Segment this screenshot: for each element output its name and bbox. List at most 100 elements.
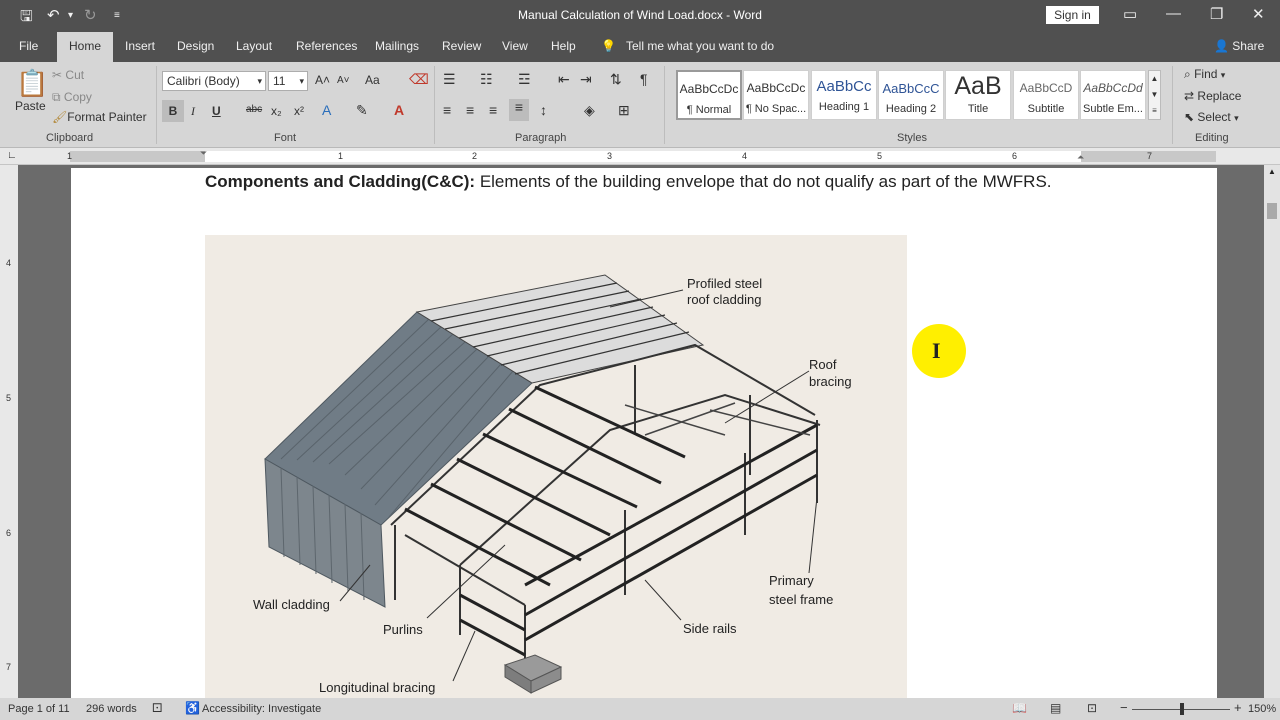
grow-font-button[interactable]: A˄	[315, 73, 330, 87]
ruler-number: 4	[6, 258, 12, 268]
restore-icon[interactable]: ❐	[1210, 5, 1223, 23]
tab-layout[interactable]: Layout	[236, 39, 272, 53]
page-count[interactable]: Page 1 of 11	[8, 703, 70, 715]
print-layout-icon[interactable]: ▤	[1050, 701, 1061, 715]
paste-button[interactable]: Paste	[15, 99, 46, 113]
figure-label: Purlins	[383, 622, 423, 637]
style-heading-1[interactable]: AaBbCc Heading 1	[811, 70, 877, 120]
scroll-up-icon[interactable]: ▲	[1268, 167, 1276, 176]
tab-review[interactable]: Review	[442, 39, 481, 53]
sign-in-button[interactable]: Sign in	[1046, 6, 1099, 24]
style-heading-2[interactable]: AaBbCcC Heading 2	[878, 70, 944, 120]
zoom-level[interactable]: 150%	[1248, 703, 1276, 715]
style-subtle-emphasis[interactable]: AaBbCcDd Subtle Em...	[1080, 70, 1146, 120]
title-bar: 🖫 ↶ ▾ ↻ ≡ Manual Calculation of Wind Loa…	[0, 0, 1280, 30]
align-center-icon[interactable]: ≡	[466, 102, 474, 118]
find-button[interactable]: ⌕ Find ▾	[1184, 67, 1225, 82]
proofing-icon[interactable]: ⚀	[152, 701, 162, 715]
replace-button[interactable]: ⇄ Replace	[1184, 89, 1241, 103]
ruler-number: 6	[1012, 151, 1018, 161]
tell-me-search[interactable]: Tell me what you want to do	[626, 39, 774, 53]
line-spacing-icon[interactable]: ↕	[540, 102, 547, 118]
italic-button[interactable]: I	[191, 104, 195, 119]
accessibility-status[interactable]: Accessibility: Investigate	[202, 703, 321, 715]
bold-button[interactable]: B	[162, 100, 184, 122]
format-painter-button[interactable]: 🖌Format Painter	[52, 110, 147, 124]
highlight-color-icon[interactable]: ✎	[356, 102, 368, 119]
figure-label: bracing	[809, 374, 852, 389]
scroll-thumb[interactable]	[1267, 203, 1277, 219]
increase-indent-icon[interactable]: ⇥	[580, 71, 592, 88]
change-case-button[interactable]: Aa	[365, 73, 380, 87]
decrease-indent-icon[interactable]: ⇤	[558, 71, 570, 88]
share-label: Share	[1232, 39, 1265, 53]
building-diagram-image[interactable]: Profiled steel roof cladding Roof bracin…	[205, 235, 907, 698]
document-paragraph[interactable]: Components and Cladding(C&C): Elements o…	[205, 168, 1082, 195]
right-indent-marker-icon[interactable]: ⏶	[1077, 152, 1084, 163]
close-icon[interactable]: ✕	[1252, 5, 1265, 23]
style-no-spacing[interactable]: AaBbCcDc ¶ No Spac...	[743, 70, 809, 120]
paste-icon[interactable]: 📋	[16, 68, 48, 99]
select-button[interactable]: ⬉ Select ▾	[1184, 110, 1239, 124]
borders-icon[interactable]: ⊞	[618, 102, 630, 119]
style-subtitle[interactable]: AaBbCcD Subtitle	[1013, 70, 1079, 120]
align-left-icon[interactable]: ≡	[443, 102, 451, 118]
copy-button[interactable]: ⧉ Copy	[52, 90, 92, 105]
steel-building-drawing	[264, 274, 821, 694]
minimize-icon[interactable]: —	[1166, 5, 1181, 22]
clear-formatting-icon[interactable]: ⌫	[409, 71, 429, 88]
font-color-icon[interactable]: A	[394, 102, 404, 118]
indent-marker-icon[interactable]: ⏷	[200, 148, 207, 159]
cut-button[interactable]: ✂ Cut	[52, 68, 84, 82]
zoom-in-icon[interactable]: +	[1234, 700, 1242, 715]
word-count[interactable]: 296 words	[86, 703, 137, 715]
multilevel-list-icon[interactable]: ☲	[518, 71, 531, 88]
styles-scroll[interactable]: ▲ ▼ ≡	[1148, 70, 1161, 120]
font-size-value: 11	[273, 74, 286, 88]
shading-icon[interactable]: ◈	[584, 102, 595, 119]
font-name-select[interactable]: Calibri (Body) ▾	[162, 71, 266, 91]
ruler-number: 2	[472, 151, 478, 161]
tab-help[interactable]: Help	[551, 39, 576, 53]
style-normal[interactable]: AaBbCcDc ¶ Normal	[676, 70, 742, 120]
superscript-button[interactable]: x²	[294, 104, 304, 118]
zoom-out-icon[interactable]: −	[1120, 700, 1128, 715]
shrink-font-button[interactable]: A˅	[337, 75, 350, 86]
underline-button[interactable]: U	[212, 104, 221, 118]
vertical-ruler[interactable]: 4 5 6 7	[0, 165, 18, 698]
numbering-icon[interactable]: ☷	[480, 71, 493, 88]
justify-icon[interactable]: ≡	[509, 99, 529, 121]
paragraph-group-label: Paragraph	[515, 132, 567, 144]
read-mode-icon[interactable]: 📖	[1012, 701, 1027, 715]
style-title[interactable]: AaB Title	[945, 70, 1011, 120]
strikethrough-button[interactable]: abc	[246, 104, 262, 115]
sort-icon[interactable]: ⇅	[610, 71, 622, 88]
tab-view[interactable]: View	[502, 39, 528, 53]
web-layout-icon[interactable]: ⊡	[1087, 701, 1097, 715]
tab-file[interactable]: File	[19, 39, 38, 53]
text-effects-icon[interactable]: A	[322, 102, 331, 118]
zoom-slider-thumb[interactable]	[1180, 703, 1184, 715]
tab-mailings[interactable]: Mailings	[375, 39, 419, 53]
align-right-icon[interactable]: ≡	[489, 102, 497, 118]
font-size-select[interactable]: 11 ▾	[268, 71, 308, 91]
horizontal-ruler[interactable]: 1 1 2 3 4 5 6 7 ⏷ ⏶ ∟	[0, 148, 1280, 165]
vertical-scrollbar[interactable]: ▲	[1264, 165, 1280, 698]
subscript-button[interactable]: x₂	[271, 104, 282, 118]
bullets-icon[interactable]: ☰	[443, 71, 456, 88]
style-name: Subtitle	[1027, 103, 1065, 115]
share-button[interactable]: 👤 Share	[1214, 39, 1264, 53]
tab-references[interactable]: References	[296, 39, 357, 53]
style-name: Subtle Em...	[1083, 103, 1143, 115]
tab-insert[interactable]: Insert	[125, 39, 155, 53]
pilcrow-icon[interactable]: ¶	[640, 71, 648, 87]
ribbon-display-icon[interactable]: ▭	[1123, 5, 1137, 23]
tab-selector-icon[interactable]: ∟	[7, 150, 17, 161]
figure-label: roof cladding	[687, 292, 762, 307]
ribbon-tabs: File Home Insert Design Layout Reference…	[0, 30, 1280, 62]
style-sample: AaBbCcDc	[679, 82, 739, 96]
document-page[interactable]: Components and Cladding(C&C): Elements o…	[71, 168, 1217, 698]
tab-home[interactable]: Home	[57, 32, 114, 62]
tab-design[interactable]: Design	[177, 39, 214, 53]
brush-icon: 🖌	[52, 110, 68, 124]
